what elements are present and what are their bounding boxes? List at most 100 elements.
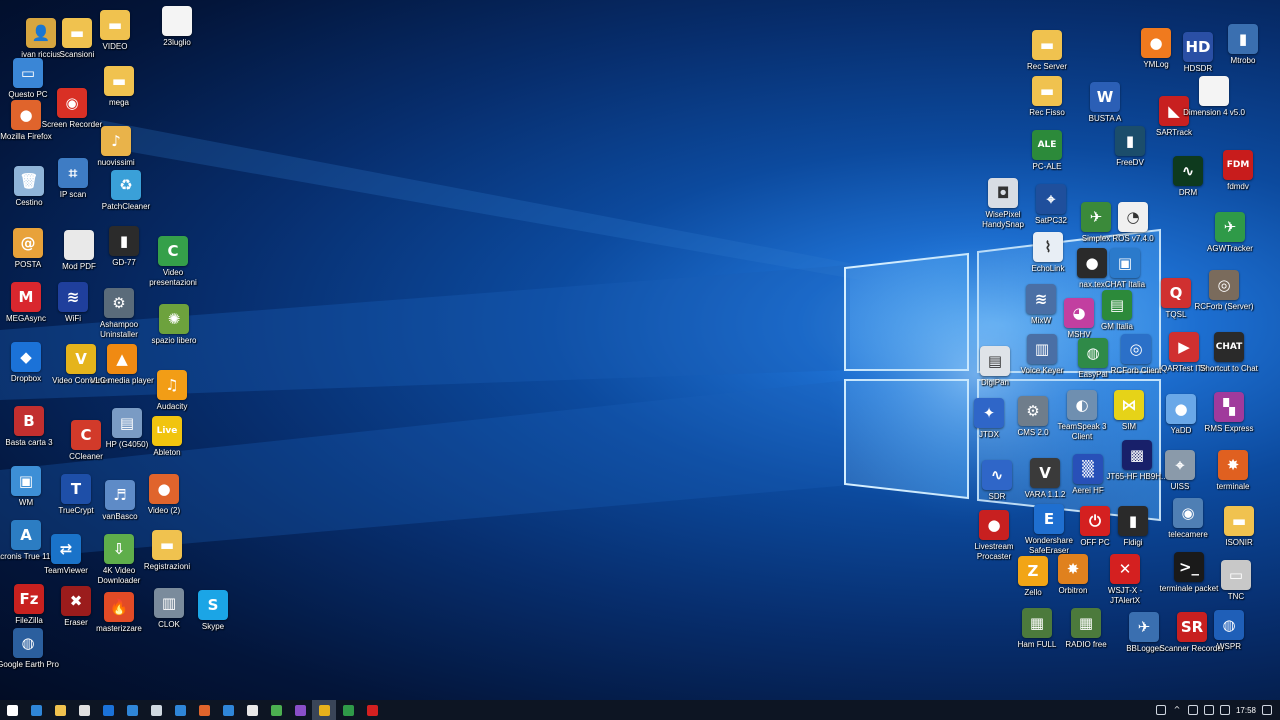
edge-icon[interactable]: [24, 700, 48, 720]
app-icon: ⇩: [104, 534, 134, 564]
app-icon: ∿: [1173, 156, 1203, 186]
desktop-icon-label: PC-ALE: [1032, 162, 1062, 171]
chrome-active-icon[interactable]: [312, 700, 336, 720]
taskbar-glyph: [318, 704, 330, 716]
app-icon: ⋈: [1114, 390, 1144, 420]
app-icon: CHAT: [1214, 332, 1244, 362]
desktop-icon[interactable]: ▬ Rec Fisso: [1014, 76, 1080, 118]
desktop-icon[interactable]: ▮ Mtrobo: [1210, 24, 1276, 66]
desktop-icon[interactable]: ♫ Audacity: [139, 370, 205, 412]
notepad-icon[interactable]: [144, 700, 168, 720]
app-icon: Live: [152, 416, 182, 446]
app4-icon[interactable]: [360, 700, 384, 720]
app-icon: ▶: [1169, 332, 1199, 362]
desktop-icon[interactable]: ◍ WSPR: [1196, 610, 1262, 652]
desktop-icon[interactable]: Live Ableton: [134, 416, 200, 458]
app-icon: ≋: [58, 282, 88, 312]
desktop-icon[interactable]: ✕ WSJT-X - JTAlertX: [1092, 554, 1158, 606]
app-icon: ▬: [1032, 76, 1062, 106]
app-icon: E: [1034, 504, 1064, 534]
desktop-icon[interactable]: ◉ Screen Recorder: [39, 88, 105, 130]
desktop-icon[interactable]: ✈ AGWTracker: [1197, 212, 1263, 254]
taskbar-glyph: [126, 704, 138, 716]
app-icon: [1199, 76, 1229, 106]
app-icon: Fz: [14, 584, 44, 614]
desktop-icon[interactable]: S Skype: [180, 590, 246, 632]
desktop-icon[interactable]: CHAT Shortcut to Chat: [1196, 332, 1262, 374]
desktop-icon-label: terminale: [1216, 482, 1250, 491]
taskbar-glyph: [150, 704, 162, 716]
app-icon: ⇄: [51, 534, 81, 564]
desktop-icon[interactable]: ✸ terminale: [1200, 450, 1266, 492]
app-icon: S: [198, 590, 228, 620]
store-icon[interactable]: [72, 700, 96, 720]
desktop-icon[interactable]: W BUSTA A: [1072, 82, 1138, 124]
app-icon: ▦: [1022, 608, 1052, 638]
desktop-icon[interactable]: ▤ DigiPan: [962, 346, 1028, 388]
app-icon: ⚙: [1018, 396, 1048, 426]
taskbar-glyph: [294, 704, 306, 716]
notifications-icon[interactable]: [1262, 705, 1272, 715]
app2-icon[interactable]: [288, 700, 312, 720]
app-icon: C: [158, 236, 188, 266]
system-tray: ^ 17:58: [1153, 700, 1280, 720]
desktop-icon[interactable]: ✺ spazio libero: [141, 304, 207, 346]
desktop-icon[interactable]: ◎ RCForb (Server): [1191, 270, 1257, 312]
volume-icon[interactable]: [1219, 705, 1230, 715]
teamviewer-icon[interactable]: [216, 700, 240, 720]
desktop-icon-label: Video presentazioni: [149, 268, 197, 287]
desktop-icon[interactable]: ▬ Rec Server: [1014, 30, 1080, 72]
desktop-icon[interactable]: ▬ ISONIR: [1206, 506, 1272, 548]
app-icon: ◉: [1173, 498, 1203, 528]
app-icon: ✸: [1218, 450, 1248, 480]
desktop-icon-label: Video (2): [147, 506, 181, 515]
people-icon[interactable]: [1155, 705, 1166, 715]
app-icon: ♪: [101, 126, 131, 156]
desktop-icon-label: Shortcut to Chat: [1200, 364, 1258, 373]
desktop-icon[interactable]: ◍ Google Earth Pro: [0, 628, 61, 670]
desktop-icon[interactable]: ▤ GM Italia: [1084, 290, 1150, 332]
app-icon: ⌖: [1165, 450, 1195, 480]
mail-icon[interactable]: [240, 700, 264, 720]
desktop-icon[interactable]: ● Video (2): [131, 474, 197, 516]
app-icon: ▮: [109, 226, 139, 256]
desktop-icon[interactable]: 23luglio: [144, 6, 210, 48]
taskbar-items: [0, 700, 384, 720]
dropbox-icon[interactable]: [96, 700, 120, 720]
firefox-icon[interactable]: [192, 700, 216, 720]
app-icon[interactable]: [168, 700, 192, 720]
app-icon: ▣: [11, 466, 41, 496]
taskbar-glyph: [78, 704, 90, 716]
desktop-icon[interactable]: ▚ RMS Express: [1196, 392, 1262, 434]
desktop-icon[interactable]: Dimension 4 v5.0: [1181, 76, 1247, 118]
app-icon: ⌖: [1036, 184, 1066, 214]
network-icon[interactable]: [1187, 705, 1198, 715]
clock[interactable]: 17:58: [1233, 706, 1259, 715]
desktop-icon[interactable]: C Video presentazioni: [140, 236, 206, 288]
desktop-icon-label: Registrazioni: [143, 562, 191, 571]
chevron-up-icon[interactable]: ^: [1172, 705, 1182, 715]
desktop-icon-label: Dimension 4 v5.0: [1183, 108, 1245, 117]
desktop-icon[interactable]: ▬ VIDEO: [82, 10, 148, 52]
chrome-icon[interactable]: [264, 700, 288, 720]
start-button[interactable]: [0, 700, 24, 720]
app-icon: HD: [1183, 32, 1213, 62]
desktop-icon-label: AGWTracker: [1207, 244, 1253, 253]
file-explorer-icon[interactable]: [48, 700, 72, 720]
desktop-icon[interactable]: FDM fdmdv: [1205, 150, 1271, 192]
app-icon: [64, 230, 94, 260]
desktop-icon[interactable]: ▬ Registrazioni: [134, 530, 200, 572]
battery-icon[interactable]: [1203, 705, 1214, 715]
desktop-icon-label: Mozilla Firefox: [0, 132, 52, 141]
desktop-icon[interactable]: ◔ ROS v7.4.0: [1100, 202, 1166, 244]
app3-icon[interactable]: [336, 700, 360, 720]
desktop-icon-label: Rec Server: [1026, 62, 1067, 71]
desktop-icon[interactable]: ALE PC-ALE: [1014, 130, 1080, 172]
taskbar-glyph: [342, 704, 354, 716]
desktop-icon[interactable]: ▦ RADIO free: [1053, 608, 1119, 650]
app-icon: ▤: [980, 346, 1010, 376]
windows-icon[interactable]: [120, 700, 144, 720]
desktop-icon[interactable]: ▭ TNC: [1203, 560, 1269, 602]
desktop-icon[interactable]: ♻ PatchCleaner: [93, 170, 159, 212]
taskbar-glyph: [246, 704, 258, 716]
